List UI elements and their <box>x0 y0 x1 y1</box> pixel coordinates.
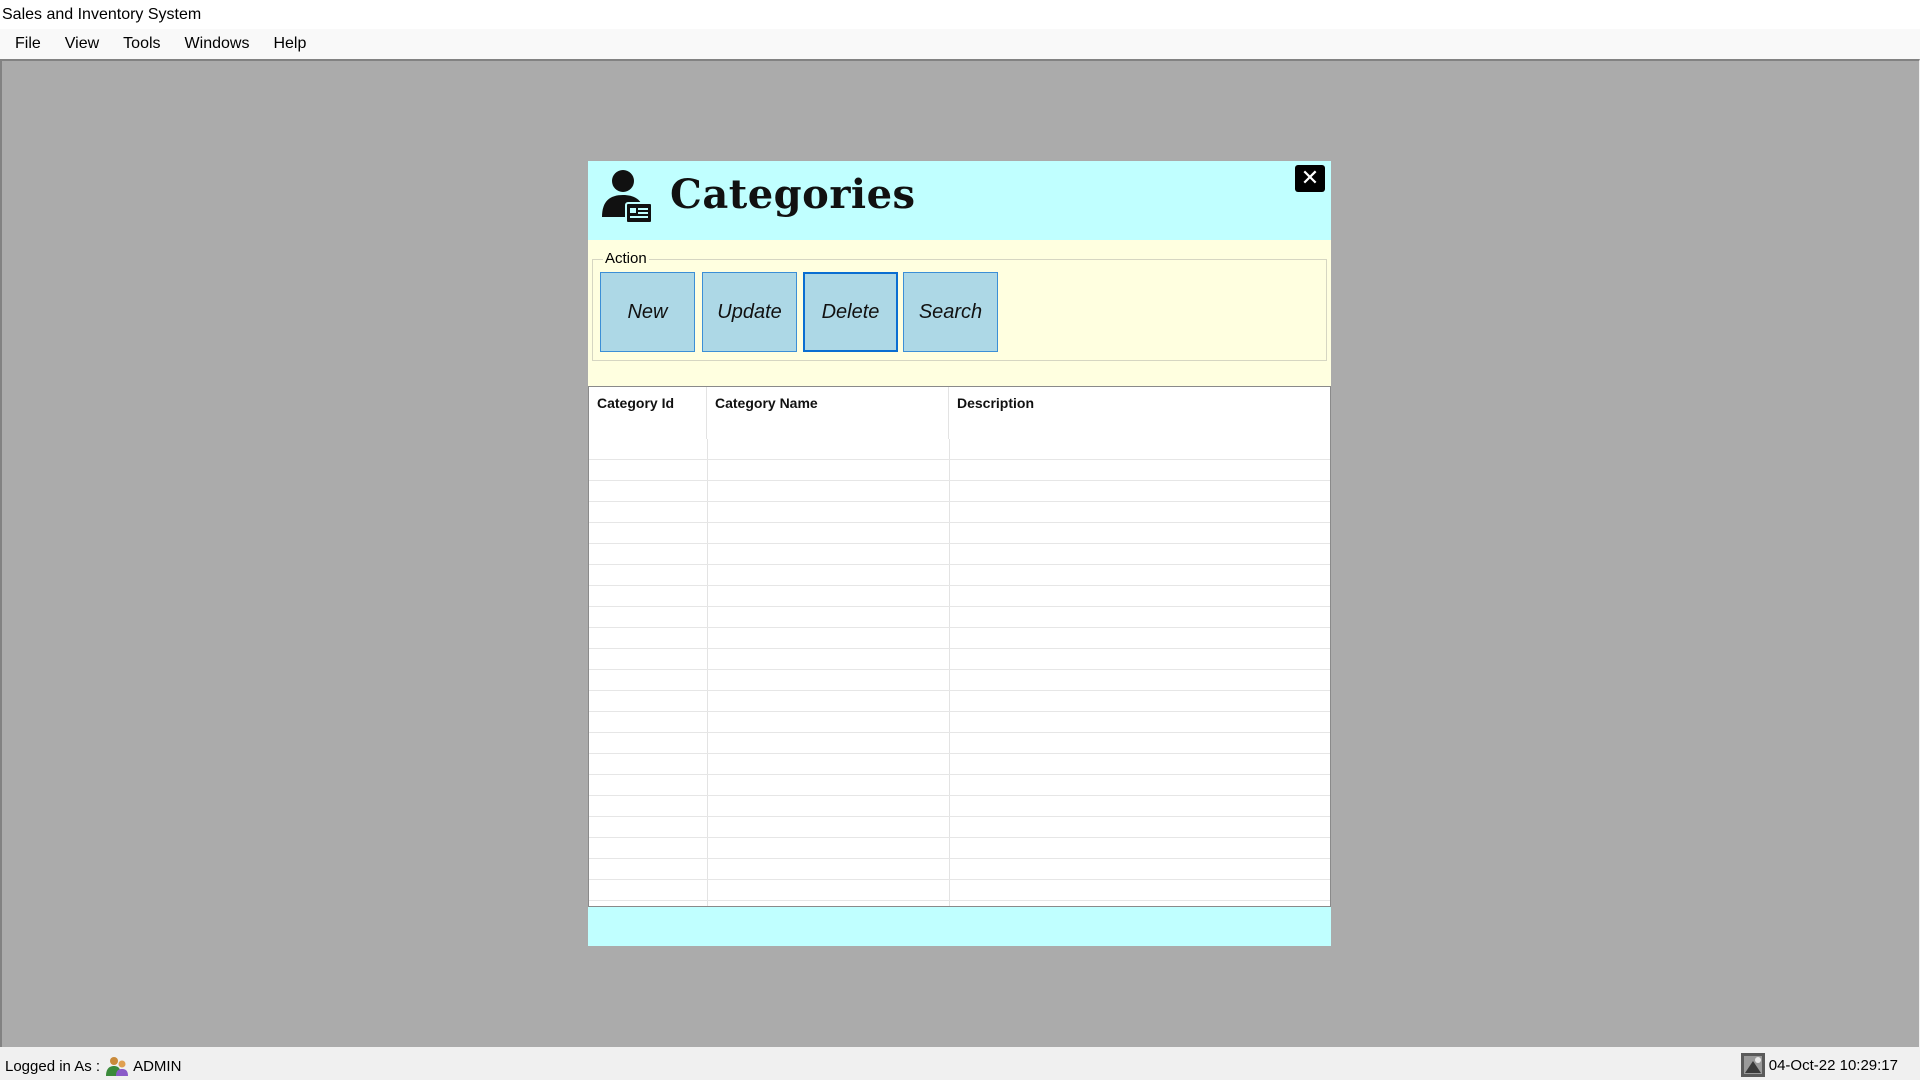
table-row[interactable] <box>589 649 1330 670</box>
column-header-description[interactable]: Description <box>949 387 1330 439</box>
menu-view[interactable]: View <box>53 31 111 57</box>
table-row[interactable] <box>589 628 1330 649</box>
table-row[interactable] <box>589 733 1330 754</box>
table-row[interactable] <box>589 607 1330 628</box>
search-button[interactable]: Search <box>903 272 998 352</box>
action-group: Action New Update Delete Search <box>592 250 1327 361</box>
table-row[interactable] <box>589 586 1330 607</box>
column-header-category-id[interactable]: Category Id <box>589 387 707 439</box>
datetime-status: 04-Oct-22 10:29:17 <box>1740 1053 1898 1077</box>
action-group-label: Action <box>603 250 649 267</box>
close-button[interactable]: ✕ <box>1295 165 1325 192</box>
table-row[interactable] <box>589 796 1330 817</box>
table-row[interactable] <box>589 460 1330 481</box>
username: ADMIN <box>133 1057 182 1075</box>
grid-header: Category Id Category Name Description <box>589 387 1330 439</box>
menu-file[interactable]: File <box>3 31 53 57</box>
table-row[interactable] <box>589 712 1330 733</box>
table-row[interactable] <box>589 880 1330 901</box>
table-row[interactable] <box>589 481 1330 502</box>
status-bar: Logged in As : ADMIN 04-Oct-22 10:29:17 <box>0 1047 1920 1080</box>
window-title: Sales and Inventory System <box>0 0 1920 29</box>
table-row[interactable] <box>589 754 1330 775</box>
menu-bar: File View Tools Windows Help <box>0 29 1920 59</box>
dialog-title: Categories <box>670 171 916 218</box>
table-row[interactable] <box>589 775 1330 796</box>
new-button[interactable]: New <box>600 272 695 352</box>
column-header-category-name[interactable]: Category Name <box>707 387 949 439</box>
table-row[interactable] <box>589 523 1330 544</box>
user-id-card-icon <box>602 170 653 224</box>
delete-button[interactable]: Delete <box>803 272 898 352</box>
clock-icon <box>1740 1053 1765 1077</box>
table-row[interactable] <box>589 691 1330 712</box>
menu-help[interactable]: Help <box>261 31 318 57</box>
table-row[interactable] <box>589 817 1330 838</box>
dialog-header: Categories ✕ <box>588 161 1331 240</box>
table-row[interactable] <box>589 838 1330 859</box>
table-row[interactable] <box>589 565 1330 586</box>
table-row[interactable] <box>589 670 1330 691</box>
datetime: 04-Oct-22 10:29:17 <box>1768 1056 1898 1074</box>
menu-windows[interactable]: Windows <box>173 31 262 57</box>
update-button[interactable]: Update <box>702 272 797 352</box>
menu-tools[interactable]: Tools <box>111 31 172 57</box>
logged-in-label: Logged in As : <box>5 1057 101 1075</box>
categories-grid[interactable]: Category Id Category Name Description <box>588 386 1331 907</box>
categories-dialog: Categories ✕ Action New Update Delete Se… <box>588 161 1331 946</box>
table-row[interactable] <box>589 439 1330 460</box>
table-row[interactable] <box>589 502 1330 523</box>
dialog-footer <box>588 907 1331 946</box>
user-icon <box>106 1057 129 1076</box>
login-status: Logged in As : ADMIN <box>5 1055 181 1077</box>
table-row[interactable] <box>589 859 1330 880</box>
table-row[interactable] <box>589 544 1330 565</box>
